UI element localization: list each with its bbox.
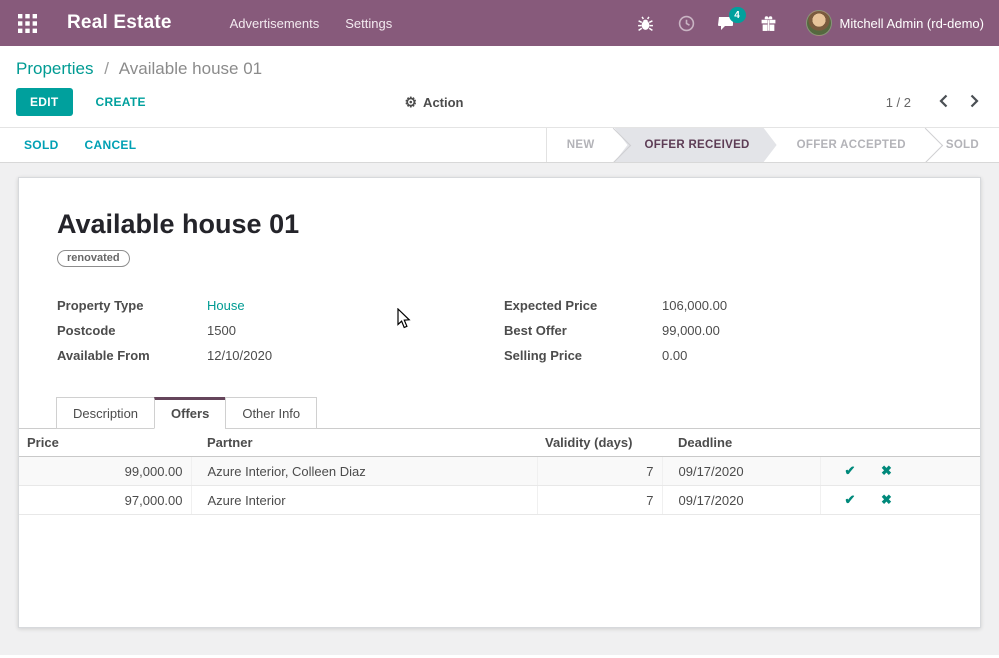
field-label: Property Type	[57, 293, 207, 318]
stage-offer-received[interactable]: OFFER RECEIVED	[614, 128, 776, 162]
field-postcode: Postcode 1500	[57, 318, 504, 343]
offer-deadline[interactable]: 09/17/2020	[662, 457, 820, 486]
offer-actions: ✔ ✖	[820, 457, 980, 486]
breadcrumb-separator: /	[104, 59, 109, 78]
field-value: 99,000.00	[662, 318, 720, 343]
activities-clock-icon[interactable]	[677, 13, 697, 33]
offer-partner[interactable]: Azure Interior	[191, 486, 537, 515]
action-label: Action	[423, 95, 463, 110]
chevron-right-icon	[970, 94, 979, 108]
property-type-link[interactable]: House	[207, 293, 245, 318]
field-value: 106,000.00	[662, 293, 727, 318]
tab-description[interactable]: Description	[56, 397, 155, 429]
offer-validity[interactable]: 7	[537, 457, 662, 486]
column-header-deadline[interactable]: Deadline	[662, 429, 820, 457]
breadcrumb-row: Properties / Available house 01	[0, 46, 999, 81]
field-expected-price: Expected Price 106,000.00	[504, 293, 942, 318]
field-label: Expected Price	[504, 293, 662, 318]
field-property-type: Property Type House	[57, 293, 504, 318]
gift-icon[interactable]	[759, 13, 779, 33]
accept-offer-icon[interactable]: ✔	[845, 463, 856, 479]
main-menu: Advertisements Settings	[228, 10, 395, 37]
field-value: 12/10/2020	[207, 343, 272, 368]
control-panel: EDIT CREATE ⚙ Action 1 / 2	[0, 81, 999, 127]
messages-icon[interactable]: 4	[718, 13, 738, 33]
tab-offers[interactable]: Offers	[154, 397, 226, 429]
column-header-partner[interactable]: Partner	[191, 429, 537, 457]
user-menu[interactable]: Mitchell Admin (rd-demo)	[806, 10, 985, 36]
offer-row[interactable]: 99,000.00 Azure Interior, Colleen Diaz 7…	[19, 457, 980, 486]
field-label: Selling Price	[504, 343, 662, 368]
field-groups: Property Type House Postcode 1500 Availa…	[57, 293, 942, 368]
edit-button[interactable]: EDIT	[16, 88, 73, 116]
offer-partner[interactable]: Azure Interior, Colleen Diaz	[191, 457, 537, 486]
field-selling-price: Selling Price 0.00	[504, 343, 942, 368]
offers-table-header: Price Partner Validity (days) Deadline	[19, 429, 980, 457]
field-value: 1500	[207, 318, 236, 343]
field-column-right: Expected Price 106,000.00 Best Offer 99,…	[504, 293, 942, 368]
menu-advertisements[interactable]: Advertisements	[228, 10, 322, 37]
sold-button[interactable]: SOLD	[24, 138, 59, 152]
breadcrumb: Properties / Available house 01	[16, 59, 983, 79]
user-avatar	[806, 10, 832, 36]
chevron-left-icon	[939, 94, 948, 108]
accept-offer-icon[interactable]: ✔	[845, 492, 856, 508]
breadcrumb-parent-link[interactable]: Properties	[16, 59, 93, 78]
property-title: Available house 01	[57, 178, 942, 240]
column-header-validity[interactable]: Validity (days)	[537, 429, 662, 457]
pager-count: 1 / 2	[886, 95, 911, 110]
statusbar: SOLD CANCEL NEW OFFER RECEIVED OFFER ACC…	[0, 127, 999, 163]
field-label: Postcode	[57, 318, 207, 343]
refuse-offer-icon[interactable]: ✖	[881, 492, 892, 508]
menu-settings[interactable]: Settings	[343, 10, 394, 37]
pager: 1 / 2	[886, 92, 983, 113]
refuse-offer-icon[interactable]: ✖	[881, 463, 892, 479]
field-label: Available From	[57, 343, 207, 368]
action-menu-button[interactable]: ⚙ Action	[404, 94, 463, 111]
app-title[interactable]: Real Estate	[67, 12, 172, 34]
pager-next-button[interactable]	[966, 92, 983, 113]
field-value: 0.00	[662, 343, 687, 368]
column-header-actions	[820, 429, 980, 457]
field-available-from: Available From 12/10/2020	[57, 343, 504, 368]
stage-offer-accepted[interactable]: OFFER ACCEPTED	[777, 128, 926, 162]
apps-grid-icon[interactable]	[15, 11, 39, 35]
offer-validity[interactable]: 7	[537, 486, 662, 515]
offer-price[interactable]: 97,000.00	[19, 486, 191, 515]
bug-icon[interactable]	[636, 13, 656, 33]
breadcrumb-current: Available house 01	[119, 59, 262, 78]
tab-other-info[interactable]: Other Info	[225, 397, 317, 429]
statusbar-buttons: SOLD CANCEL	[24, 128, 136, 162]
create-button[interactable]: CREATE	[90, 88, 152, 116]
offer-actions: ✔ ✖	[820, 486, 980, 515]
offer-price[interactable]: 99,000.00	[19, 457, 191, 486]
offer-deadline[interactable]: 09/17/2020	[662, 486, 820, 515]
status-pipeline: NEW OFFER RECEIVED OFFER ACCEPTED SOLD	[546, 128, 999, 162]
field-label: Best Offer	[504, 318, 662, 343]
navbar-right: 4 Mitchell Admin (rd-demo)	[636, 10, 985, 36]
cancel-button[interactable]: CANCEL	[85, 138, 137, 152]
gear-icon: ⚙	[404, 94, 417, 111]
main-content: Available house 01 renovated Property Ty…	[0, 163, 999, 655]
notebook-tabs: Description Offers Other Info	[19, 397, 980, 429]
tag-renovated[interactable]: renovated	[57, 250, 130, 267]
column-header-price[interactable]: Price	[19, 429, 191, 457]
pager-previous-button[interactable]	[935, 92, 952, 113]
form-sheet: Available house 01 renovated Property Ty…	[18, 177, 981, 628]
field-column-left: Property Type House Postcode 1500 Availa…	[57, 293, 504, 368]
offers-table: Price Partner Validity (days) Deadline 9…	[19, 429, 980, 515]
message-count-badge: 4	[729, 7, 746, 23]
offer-row[interactable]: 97,000.00 Azure Interior 7 09/17/2020 ✔ …	[19, 486, 980, 515]
top-navbar: Real Estate Advertisements Settings 4	[0, 0, 999, 46]
stage-new[interactable]: NEW	[547, 128, 615, 162]
user-name: Mitchell Admin (rd-demo)	[840, 16, 985, 31]
field-best-offer: Best Offer 99,000.00	[504, 318, 942, 343]
